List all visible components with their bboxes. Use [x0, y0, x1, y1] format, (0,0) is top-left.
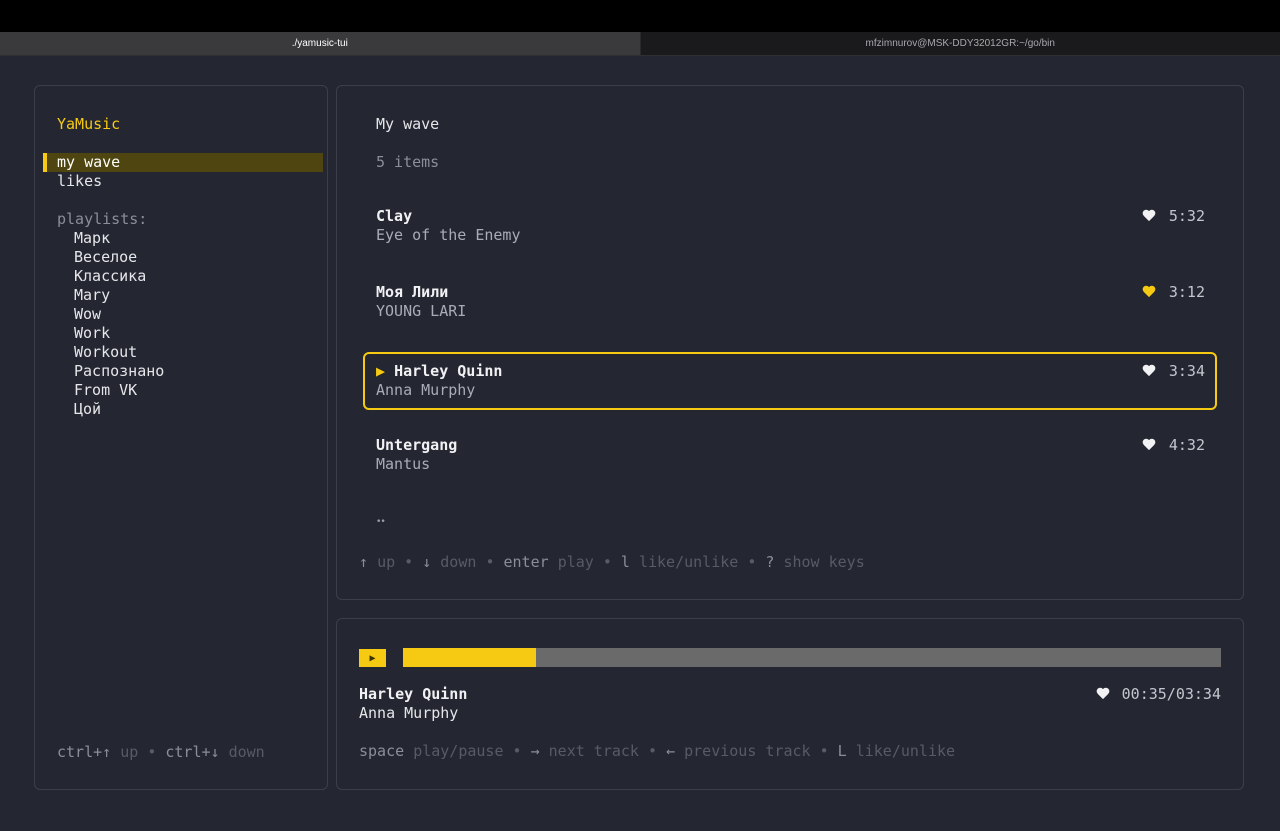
help-separator: •	[819, 742, 829, 760]
playlist-item[interactable]: Mary	[74, 286, 110, 305]
help-action: next track	[548, 742, 639, 760]
page-title: My wave	[376, 115, 440, 133]
playlist-item[interactable]: Распознано	[74, 362, 164, 381]
help-separator: •	[648, 742, 658, 760]
help-action: play	[557, 553, 594, 571]
heart-icon[interactable]	[1142, 439, 1156, 452]
heart-icon[interactable]	[1142, 286, 1156, 299]
track-duration: 5:32	[1168, 207, 1205, 225]
help-key: space	[359, 742, 405, 760]
help-key: →	[530, 742, 540, 760]
track-duration: 3:12	[1168, 283, 1205, 301]
track-artist: Anna Murphy	[376, 381, 476, 399]
help-action: like/unlike	[638, 553, 739, 571]
now-playing-artist: Anna Murphy	[359, 704, 459, 722]
progress-bar[interactable]	[403, 648, 1221, 667]
tracklist-help: ↑ up • ↓ down • enter play • l like/unli…	[359, 553, 865, 572]
now-playing-meta: 00:35/03:34	[1096, 685, 1221, 704]
pagination-dots[interactable]: ••	[376, 513, 386, 532]
playlist-item[interactable]: Цой	[74, 400, 101, 419]
track-duration: 3:34	[1168, 362, 1205, 380]
playlist-item[interactable]: Марк	[74, 229, 110, 248]
help-action: previous track	[684, 742, 811, 760]
track-artist: Eye of the Enemy	[376, 226, 521, 244]
heart-icon[interactable]	[1142, 210, 1156, 223]
nav-item-likes[interactable]: likes	[57, 172, 102, 191]
help-separator: •	[747, 553, 757, 571]
help-separator: •	[512, 742, 522, 760]
track-title-text: Harley Quinn	[394, 362, 503, 380]
help-action: like/unlike	[855, 742, 956, 760]
player-help: space play/pause • → next track • ← prev…	[359, 742, 955, 761]
help-key: ↓	[422, 553, 432, 571]
terminal-tab-bar: ./yamusic-tui mfzimnurov@MSK-DDY32012GR:…	[0, 32, 1280, 56]
track-duration: 4:32	[1168, 436, 1205, 454]
track-title: Untergang	[376, 436, 458, 454]
progress-fill	[403, 648, 537, 667]
track-title: Clay	[376, 207, 413, 225]
now-playing-title: Harley Quinn	[359, 685, 468, 703]
playlists-heading: playlists:	[57, 210, 148, 228]
player-panel: ▶ Harley Quinn Anna Murphy 00:35/03:34 s…	[336, 618, 1244, 790]
play-pause-button[interactable]: ▶	[359, 649, 386, 667]
track-row[interactable]: Clay Eye of the Enemy 5:32	[363, 201, 1217, 259]
help-separator: •	[404, 553, 414, 571]
track-artist: YOUNG LARI	[376, 302, 467, 320]
help-action: down	[228, 743, 265, 761]
playback-time: 00:35/03:34	[1121, 685, 1221, 703]
help-action: play/pause	[413, 742, 504, 760]
sidebar-panel: YaMusic my wave likes playlists: Марк Ве…	[34, 85, 328, 790]
playlist-item[interactable]: Классика	[74, 267, 146, 286]
sidebar-help: ctrl+↑ up • ctrl+↓ down	[57, 743, 265, 762]
help-separator: •	[147, 743, 157, 761]
help-separator: •	[485, 553, 495, 571]
help-action: show keys	[783, 553, 865, 571]
help-key: ?	[765, 553, 775, 571]
playlist-item[interactable]: Веселое	[74, 248, 137, 267]
track-row-selected[interactable]: ▶ Harley Quinn Anna Murphy 3:34	[363, 352, 1217, 410]
playlist-item[interactable]: Workout	[74, 343, 137, 362]
help-key: ↑	[359, 553, 369, 571]
item-count: 5 items	[376, 153, 440, 171]
playlist-item[interactable]: Wow	[74, 305, 101, 324]
play-icon: ▶	[369, 652, 376, 664]
help-key: enter	[503, 553, 549, 571]
track-title: ▶ Harley Quinn	[376, 362, 502, 380]
help-key: ←	[666, 742, 676, 760]
help-action: down	[440, 553, 477, 571]
help-key: l	[620, 553, 630, 571]
track-row[interactable]: Untergang Mantus 4:32	[363, 430, 1217, 488]
help-key: L	[837, 742, 847, 760]
play-icon: ▶	[376, 362, 386, 380]
help-action: up	[120, 743, 139, 761]
tab-shell[interactable]: mfzimnurov@MSK-DDY32012GR:~/go/bin	[641, 32, 1280, 55]
app-title: YaMusic	[57, 115, 121, 133]
track-title: Моя Лили	[376, 283, 449, 301]
heart-icon[interactable]	[1096, 688, 1110, 701]
help-key: ctrl+↑	[57, 743, 112, 761]
window-titlebar	[0, 0, 1280, 32]
tab-yamusic[interactable]: ./yamusic-tui	[0, 32, 641, 55]
help-action: up	[377, 553, 396, 571]
help-separator: •	[602, 553, 612, 571]
track-artist: Mantus	[376, 455, 431, 473]
help-key: ctrl+↓	[165, 743, 220, 761]
nav-item-my-wave[interactable]: my wave	[57, 153, 120, 172]
heart-icon[interactable]	[1142, 365, 1156, 378]
playlist-item[interactable]: From VK	[74, 381, 137, 400]
tracklist-panel: My wave 5 items Clay Eye of the Enemy 5:…	[336, 85, 1244, 600]
playlist-item[interactable]: Work	[74, 324, 110, 343]
track-row[interactable]: Моя Лили YOUNG LARI 3:12	[363, 277, 1217, 335]
